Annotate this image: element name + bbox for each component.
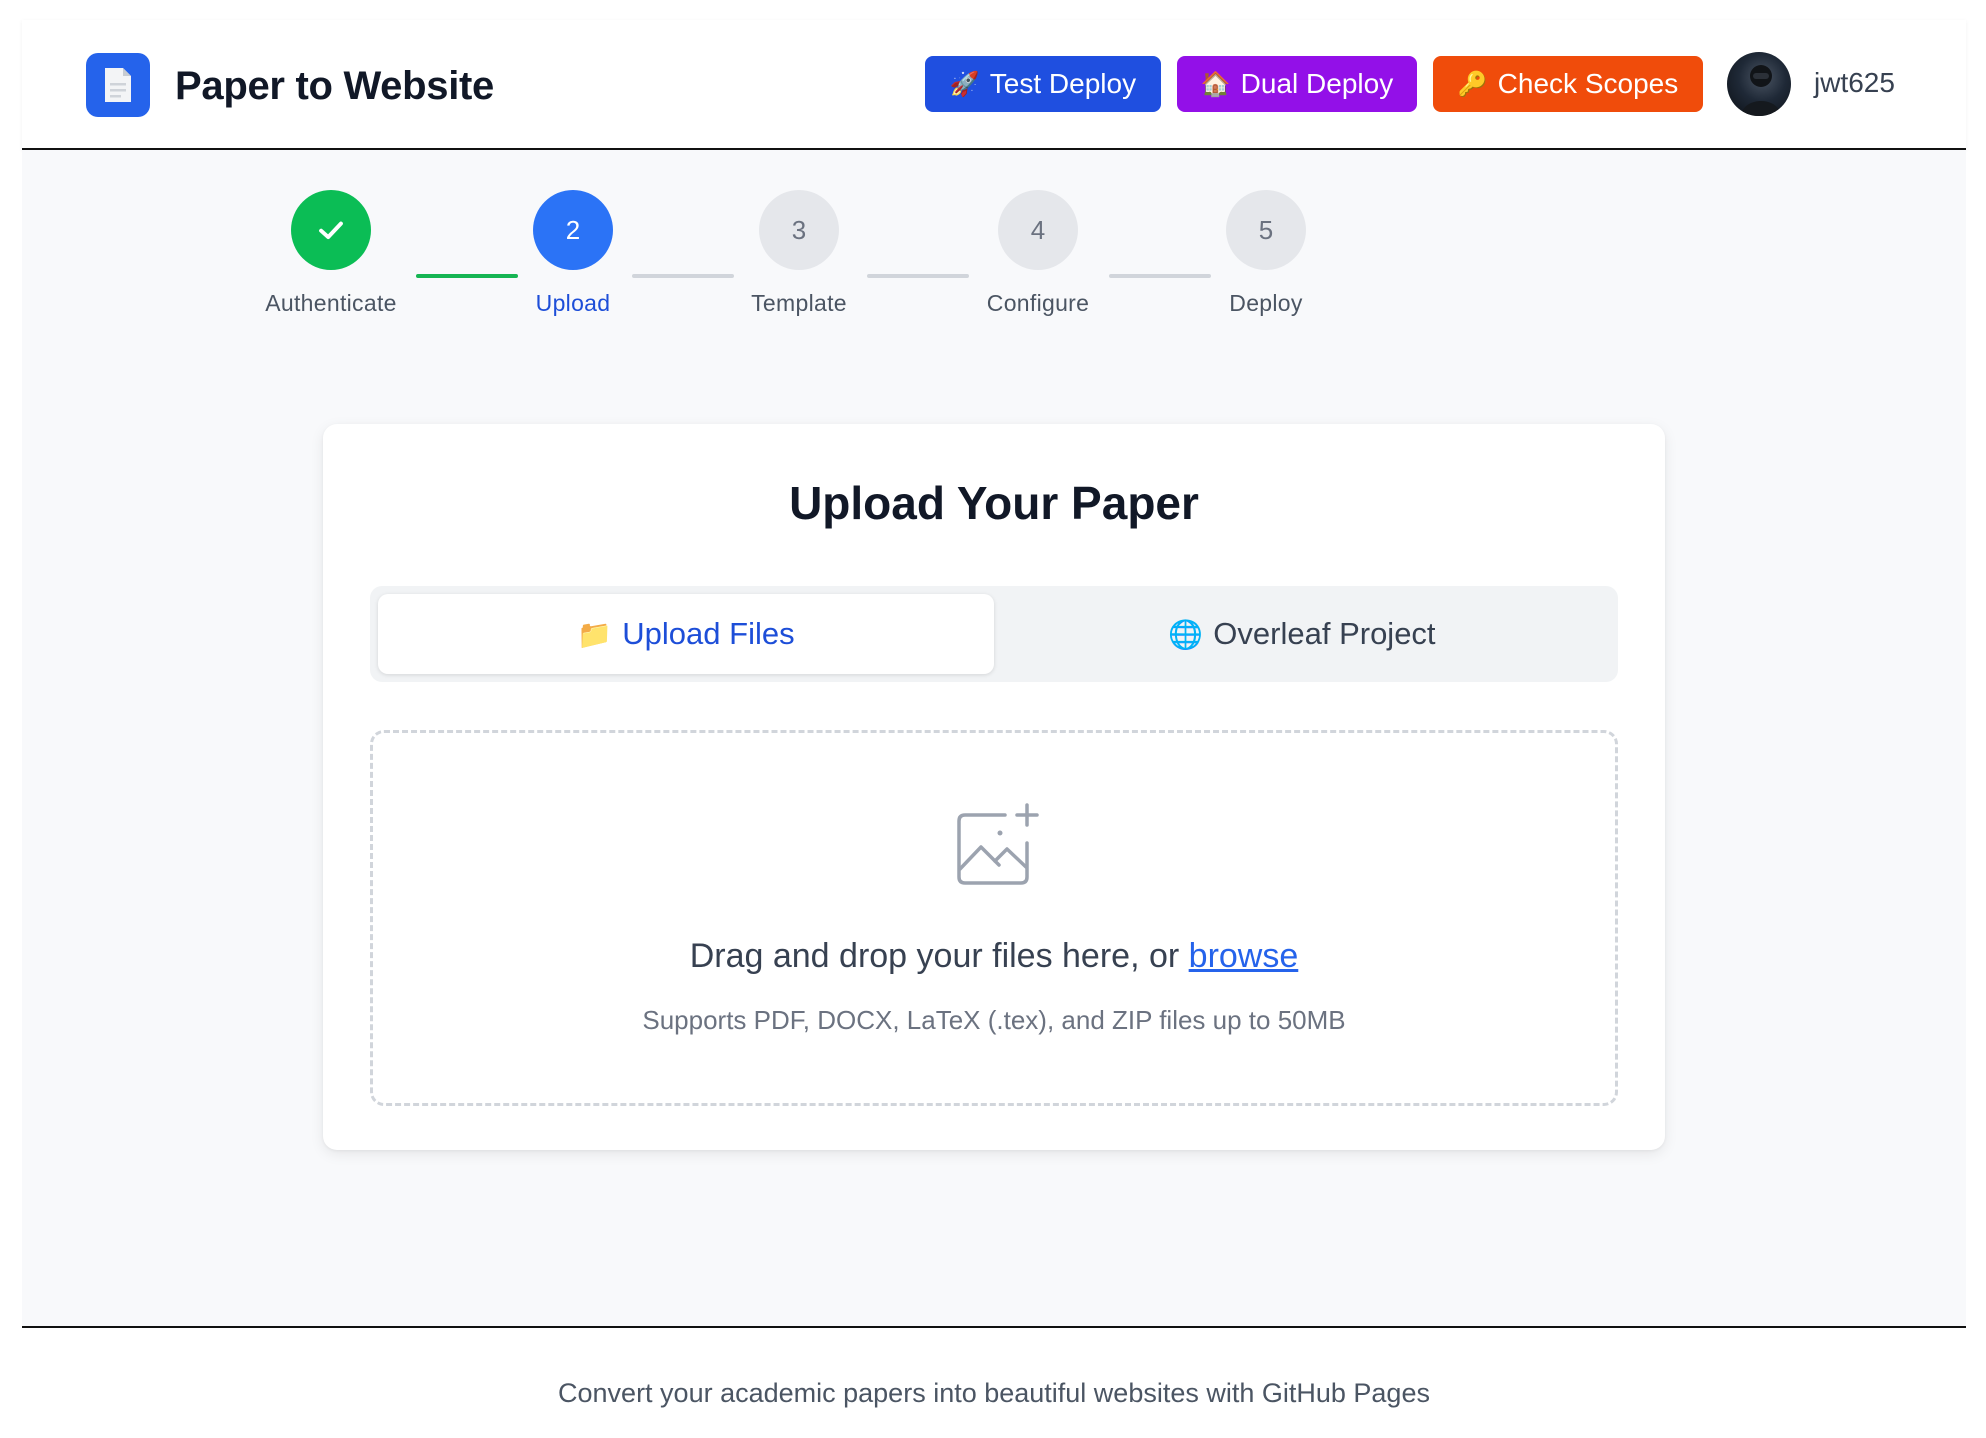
upload-card: Upload Your Paper 📁 Upload Files 🌐 Overl… bbox=[323, 424, 1665, 1150]
upload-source-tabs: 📁 Upload Files 🌐 Overleaf Project bbox=[370, 586, 1618, 682]
step-circle-2: 2 bbox=[533, 190, 613, 270]
app-frame: Paper to Website 🚀 Test Deploy 🏠 Dual De… bbox=[22, 20, 1966, 1438]
top-header: Paper to Website 🚀 Test Deploy 🏠 Dual De… bbox=[22, 20, 1966, 150]
dual-deploy-label: Dual Deploy bbox=[1240, 68, 1394, 99]
step-label-5: Deploy bbox=[1229, 290, 1303, 316]
test-deploy-label: Test Deploy bbox=[989, 68, 1137, 99]
image-add-icon bbox=[957, 803, 1039, 885]
tab-upload-files[interactable]: 📁 Upload Files bbox=[378, 594, 994, 674]
step-circle-3: 3 bbox=[759, 190, 839, 270]
dropzone-hint: Supports PDF, DOCX, LaTeX (.tex), and ZI… bbox=[642, 1005, 1346, 1035]
browse-link[interactable]: browse bbox=[1189, 937, 1299, 975]
globe-icon: 🌐 bbox=[1168, 618, 1204, 650]
test-deploy-button[interactable]: 🚀 Test Deploy bbox=[925, 56, 1161, 112]
main-content: Authenticate 2 Upload 3 Template 4 Confi… bbox=[22, 150, 1966, 1328]
app-title: Paper to Website bbox=[175, 64, 494, 108]
house-icon: 🏠 bbox=[1200, 70, 1231, 98]
dual-deploy-button[interactable]: 🏠 Dual Deploy bbox=[1177, 56, 1417, 112]
app-logo[interactable] bbox=[86, 53, 150, 117]
file-dropzone[interactable]: Drag and drop your files here, or browse… bbox=[370, 730, 1618, 1106]
step-authenticate[interactable]: Authenticate bbox=[231, 190, 431, 317]
step-label-1: Authenticate bbox=[265, 290, 397, 316]
user-avatar[interactable] bbox=[1727, 52, 1791, 116]
username[interactable]: jwt625 bbox=[1814, 67, 1895, 99]
step-circle-4: 4 bbox=[998, 190, 1078, 270]
step-circle-5: 5 bbox=[1226, 190, 1306, 270]
avatar-image bbox=[1741, 65, 1781, 116]
step-label-2: Upload bbox=[535, 290, 611, 316]
key-icon: 🔑 bbox=[1457, 70, 1488, 98]
step-upload[interactable]: 2 Upload bbox=[473, 190, 673, 317]
step-deploy[interactable]: 5 Deploy bbox=[1166, 190, 1366, 317]
step-template[interactable]: 3 Template bbox=[699, 190, 899, 317]
check-scopes-button[interactable]: 🔑 Check Scopes bbox=[1433, 56, 1703, 112]
step-configure[interactable]: 4 Configure bbox=[938, 190, 1138, 317]
check-scopes-label: Check Scopes bbox=[1497, 68, 1679, 99]
tab-overleaf-project[interactable]: 🌐 Overleaf Project bbox=[994, 594, 1610, 674]
tab-upload-files-label: Upload Files bbox=[622, 616, 795, 651]
footer-text: Convert your academic papers into beauti… bbox=[558, 1378, 1430, 1408]
card-title: Upload Your Paper bbox=[789, 477, 1199, 529]
step-circle-1 bbox=[291, 190, 371, 270]
folder-icon: 📁 bbox=[577, 618, 613, 650]
tab-overleaf-project-label: Overleaf Project bbox=[1213, 616, 1436, 651]
checkmark-icon bbox=[319, 221, 343, 240]
step-label-4: Configure bbox=[986, 290, 1090, 316]
document-icon bbox=[105, 68, 131, 102]
step-label-3: Template bbox=[751, 290, 847, 316]
rocket-icon: 🚀 bbox=[949, 70, 980, 98]
dropzone-prompt: Drag and drop your files here, or browse bbox=[373, 937, 1615, 976]
dropzone-prompt-text: Drag and drop your files here, or bbox=[689, 937, 1189, 975]
